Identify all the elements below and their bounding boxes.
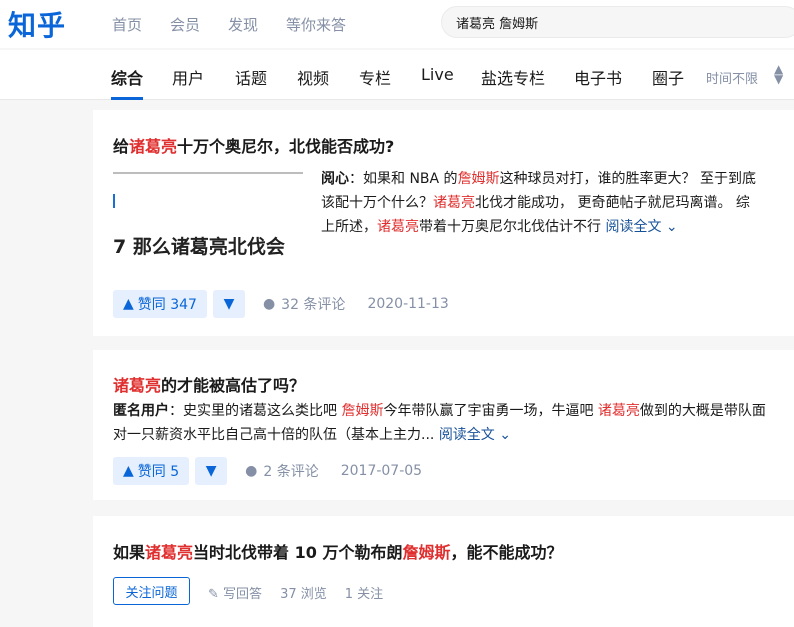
main-nav: 首页 会员 发现 等你来答 bbox=[112, 14, 346, 35]
thumbnail-cursor-mark bbox=[113, 194, 115, 208]
zhihu-logo[interactable]: 知乎 bbox=[8, 4, 66, 44]
tab-all[interactable]: 综合 bbox=[111, 65, 143, 89]
search-value: 诸葛亮 詹姆斯 bbox=[456, 16, 539, 32]
result-excerpt[interactable]: 阅心：如果和 NBA 的詹姆斯这种球员对打，谁的胜率更大？ 至于到底该配十万个什… bbox=[321, 167, 761, 239]
follow-question-button[interactable]: 关注问题 bbox=[113, 577, 190, 605]
upvote-button[interactable]: ▲ 赞同 5 bbox=[113, 457, 190, 485]
search-input[interactable]: 诸葛亮 詹姆斯 bbox=[441, 6, 794, 38]
time-filter-dropdown[interactable]: 时间不限 bbox=[706, 68, 758, 87]
down-triangle-icon: ▼ bbox=[223, 296, 235, 312]
active-tab-indicator bbox=[111, 97, 143, 100]
nav-vip[interactable]: 会员 bbox=[170, 14, 200, 35]
top-bar: 知乎 首页 会员 发现 等你来答 诸葛亮 詹姆斯 bbox=[0, 0, 794, 48]
downvote-button[interactable]: ▼ bbox=[195, 457, 228, 485]
chevron-down-icon: ⌄ bbox=[499, 427, 511, 443]
result-title[interactable]: 给诸葛亮十万个奥尼尔，北伐能否成功? bbox=[113, 133, 394, 157]
comment-bubble-icon: ● bbox=[245, 463, 258, 479]
result-actions: ▲ 赞同 5 ▼ ● 2 条评论 2017-07-05 bbox=[113, 457, 422, 485]
tab-videos[interactable]: 视频 bbox=[297, 65, 329, 89]
publish-date: 2017-07-05 bbox=[340, 463, 423, 479]
follower-count: 1 关注 bbox=[344, 587, 384, 602]
tab-circles[interactable]: 圈子 bbox=[652, 65, 684, 89]
tab-live[interactable]: Live bbox=[421, 65, 454, 84]
question-title[interactable]: 如果诸葛亮当时北伐带着 10 万个勒布朗詹姆斯，能不能成功？ bbox=[113, 539, 562, 563]
thumbnail-caption: 7 那么诸葛亮北伐会 bbox=[113, 236, 285, 258]
result-card bbox=[93, 516, 794, 627]
question-meta: ✎ 写回答 37 浏览 1 关注 bbox=[208, 583, 383, 602]
up-triangle-icon: ▲ bbox=[123, 296, 134, 312]
upvote-button[interactable]: ▲ 赞同 347 bbox=[113, 290, 207, 318]
comments-button[interactable]: ● 32 条评论 bbox=[263, 294, 345, 314]
tab-columns[interactable]: 专栏 bbox=[359, 65, 391, 89]
tab-topics[interactable]: 话题 bbox=[235, 65, 267, 89]
comment-bubble-icon: ● bbox=[262, 296, 276, 312]
read-more-link[interactable]: 阅读全文 ⌄ bbox=[605, 219, 677, 235]
result-title[interactable]: 诸葛亮的才能被高估了吗？ bbox=[113, 372, 305, 396]
publish-date: 2020-11-13 bbox=[367, 296, 449, 312]
nav-home[interactable]: 首页 bbox=[112, 14, 142, 35]
tab-users[interactable]: 用户 bbox=[172, 65, 204, 89]
chevron-down-icon: ⌄ bbox=[665, 219, 678, 235]
view-count: 37 浏览 bbox=[280, 587, 327, 602]
result-actions: ▲ 赞同 347 ▼ ● 32 条评论 2020-11-13 bbox=[113, 290, 449, 318]
downvote-button[interactable]: ▼ bbox=[212, 290, 245, 318]
up-triangle-icon: ▲ bbox=[123, 463, 134, 479]
pencil-icon: ✎ bbox=[208, 587, 219, 602]
tab-ebooks[interactable]: 电子书 bbox=[574, 65, 622, 89]
result-thumbnail[interactable]: 7 那么诸葛亮北伐会 bbox=[113, 172, 303, 272]
search-tabs: 综合 用户 话题 视频 专栏 Live 盐选专栏 电子书 圈子 时间不限 ▲ ▼ bbox=[0, 50, 794, 100]
down-triangle-icon: ▼ bbox=[205, 463, 217, 479]
nav-discover[interactable]: 发现 bbox=[228, 14, 258, 35]
result-excerpt[interactable]: 匿名用户：史实里的诸葛这么类比吧 詹姆斯今年带队赢了宇宙勇一场，牛逼吧 诸葛亮做… bbox=[113, 399, 773, 447]
thumbnail-divider bbox=[113, 172, 303, 174]
comments-button[interactable]: ● 2 条评论 bbox=[245, 461, 319, 481]
write-answer-button[interactable]: ✎ 写回答 bbox=[208, 583, 262, 602]
read-more-link[interactable]: 阅读全文 ⌄ bbox=[439, 427, 511, 443]
tab-salt-columns[interactable]: 盐选专栏 bbox=[481, 65, 545, 89]
nav-waiting-answers[interactable]: 等你来答 bbox=[286, 14, 346, 35]
sort-arrows-icon[interactable]: ▲ ▼ bbox=[774, 63, 783, 85]
